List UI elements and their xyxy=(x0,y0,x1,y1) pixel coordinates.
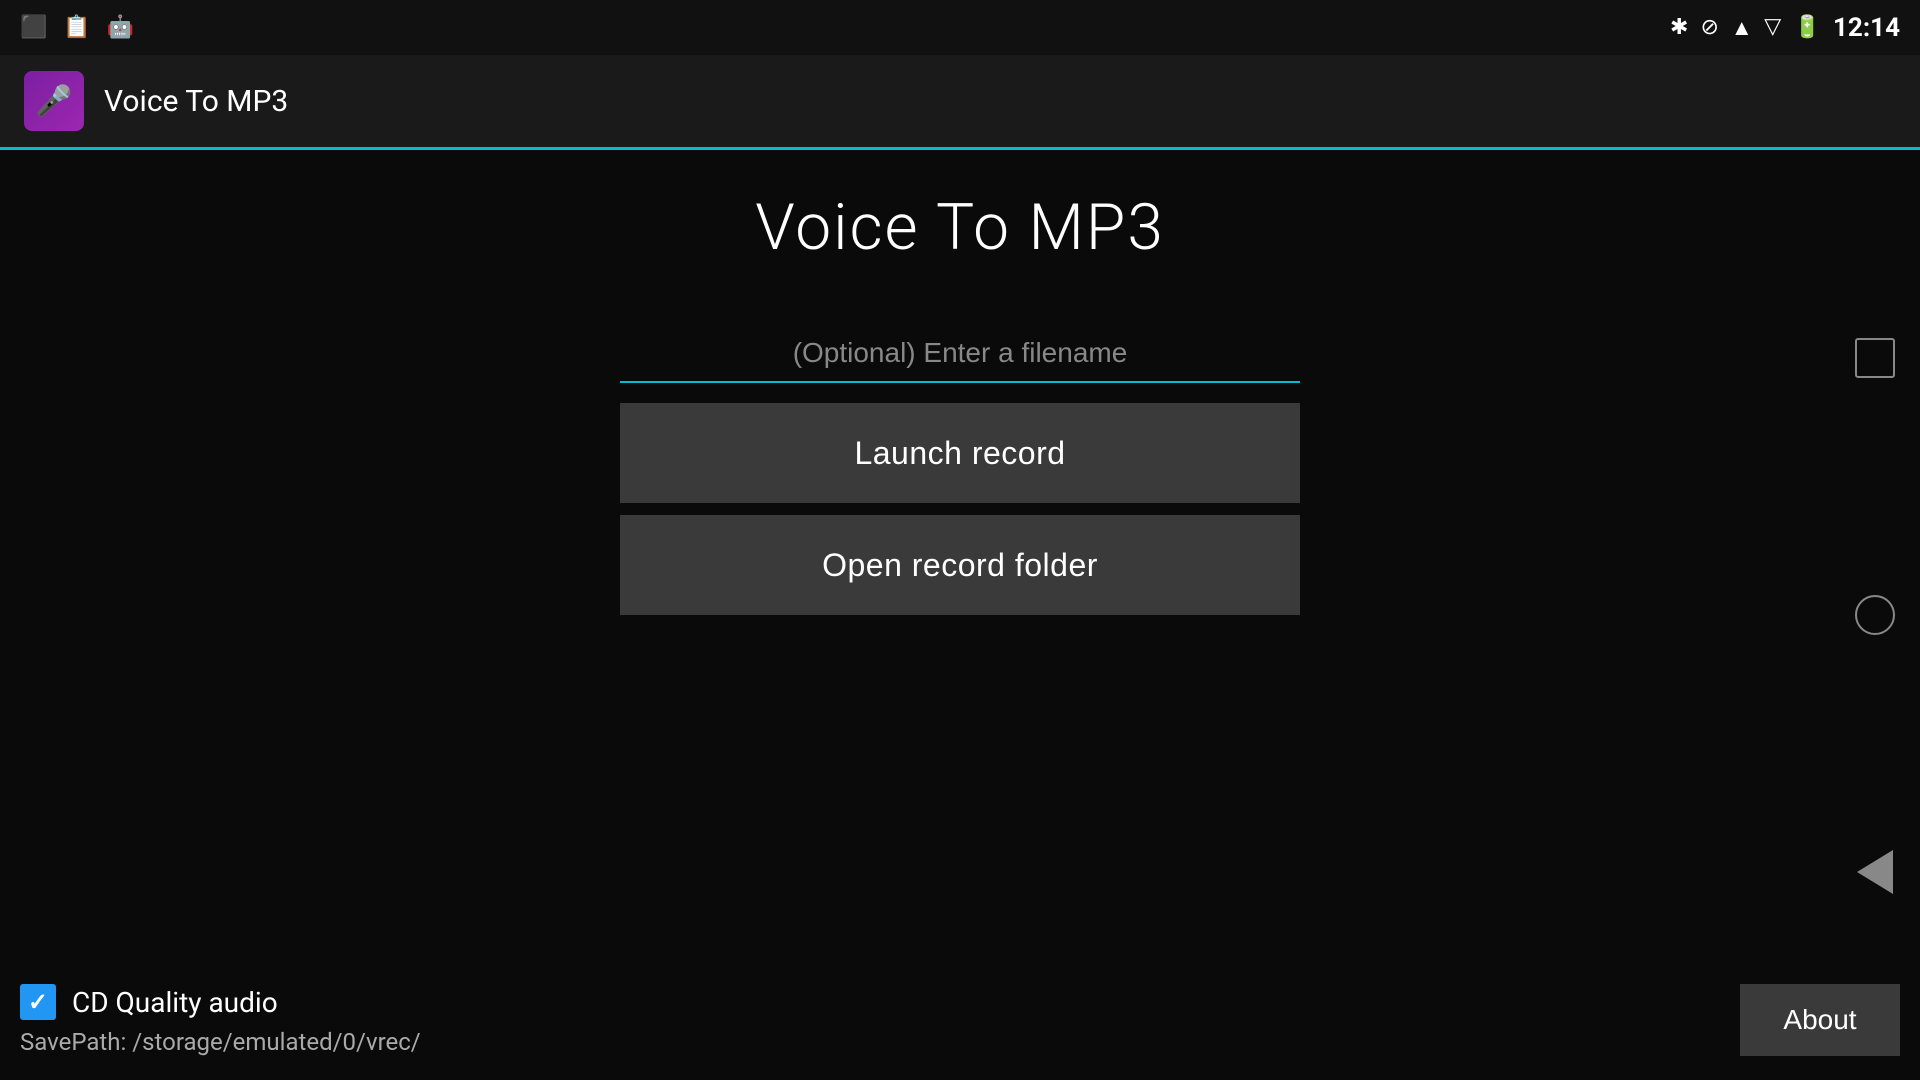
home-button[interactable] xyxy=(1850,590,1900,640)
back-button[interactable] xyxy=(1850,847,1900,897)
app-bar-title: Voice To MP3 xyxy=(104,84,288,119)
android-icon: 🤖 xyxy=(107,15,134,40)
checkmark-icon: ✓ xyxy=(28,988,48,1016)
status-time: 12:14 xyxy=(1833,13,1900,43)
filename-input[interactable] xyxy=(620,325,1300,383)
app-icon: 🎤 xyxy=(24,71,84,131)
cd-quality-row: ✓ CD Quality audio xyxy=(20,984,421,1020)
page-title: Voice To MP3 xyxy=(755,190,1165,265)
signal-icon: ▷ xyxy=(1761,19,1786,36)
about-button[interactable]: About xyxy=(1740,984,1900,1056)
home-icon xyxy=(1855,595,1895,635)
battery-icon: 🔋 xyxy=(1794,15,1821,40)
bottom-area: ✓ CD Quality audio SavePath: /storage/em… xyxy=(0,960,1920,1080)
app-bar: 🎤 Voice To MP3 xyxy=(0,55,1920,150)
clipboard-icon: 📋 xyxy=(63,15,90,40)
status-bar: ⬛ 📋 🤖 ✱ ⊘ ▲ ▷ 🔋 12:14 xyxy=(0,0,1920,55)
save-path-label: SavePath: /storage/emulated/0/vrec/ xyxy=(20,1028,421,1056)
wifi-icon: ▲ xyxy=(1731,15,1753,41)
nav-bar-right xyxy=(1850,150,1900,1080)
recents-button[interactable] xyxy=(1850,333,1900,383)
bluetooth-icon: ✱ xyxy=(1670,15,1688,40)
screenshot-icon: ⬛ xyxy=(20,15,47,40)
cd-quality-checkbox[interactable]: ✓ xyxy=(20,984,56,1020)
launch-record-button[interactable]: Launch record xyxy=(620,403,1300,503)
main-content: Voice To MP3 Launch record Open record f… xyxy=(0,150,1920,1080)
status-bar-right-icons: ✱ ⊘ ▲ ▷ 🔋 12:14 xyxy=(1670,13,1900,43)
recents-icon xyxy=(1855,338,1895,378)
status-bar-left-icons: ⬛ 📋 🤖 xyxy=(20,15,134,40)
no-disturb-icon: ⊘ xyxy=(1700,15,1718,40)
cd-quality-label: CD Quality audio xyxy=(72,986,278,1019)
filename-input-container xyxy=(620,325,1300,383)
bottom-left: ✓ CD Quality audio SavePath: /storage/em… xyxy=(20,984,421,1056)
open-record-folder-button[interactable]: Open record folder xyxy=(620,515,1300,615)
microphone-icon: 🎤 xyxy=(35,84,72,119)
back-icon xyxy=(1857,850,1893,894)
